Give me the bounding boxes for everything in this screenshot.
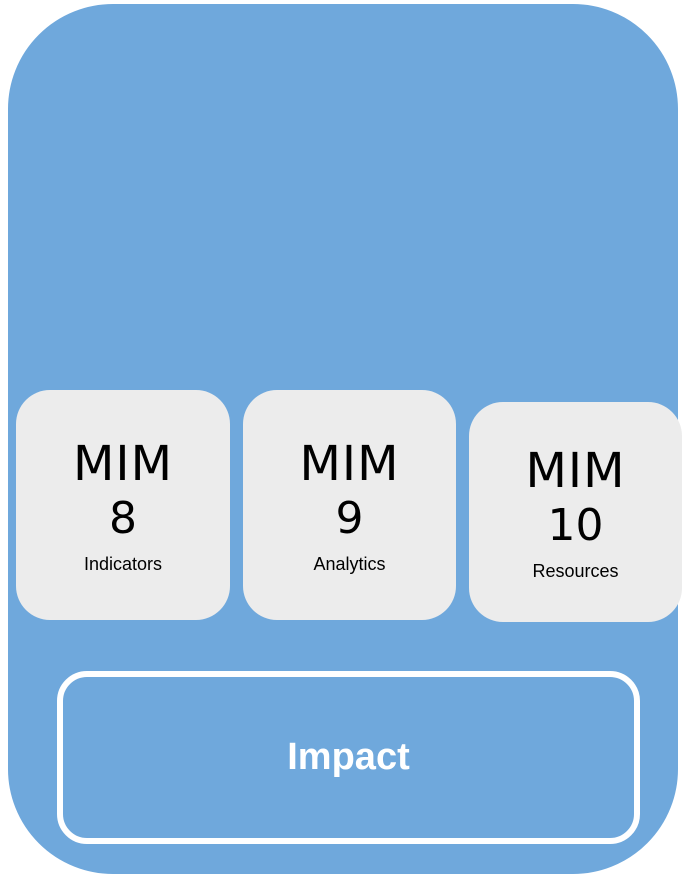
- mim-card-title: MIM: [73, 436, 173, 492]
- mim-card-10: MIM 10 Resources: [469, 402, 682, 622]
- impact-label: Impact: [287, 736, 410, 778]
- mim-card-label: Resources: [532, 561, 619, 581]
- mim-card-8: MIM 8 Indicators: [16, 390, 230, 620]
- mim-card-number: 8: [109, 493, 137, 544]
- mim-card-label: Analytics: [313, 554, 386, 574]
- mim-card-title: MIM: [299, 436, 400, 492]
- mim-card-9: MIM 9 Analytics: [243, 390, 456, 620]
- impact-box: Impact: [57, 671, 640, 844]
- mim-card-title: MIM: [525, 443, 626, 499]
- mim-card-label: Indicators: [83, 554, 163, 574]
- mim-card-number: 10: [547, 500, 604, 551]
- mim-card-number: 9: [335, 493, 364, 544]
